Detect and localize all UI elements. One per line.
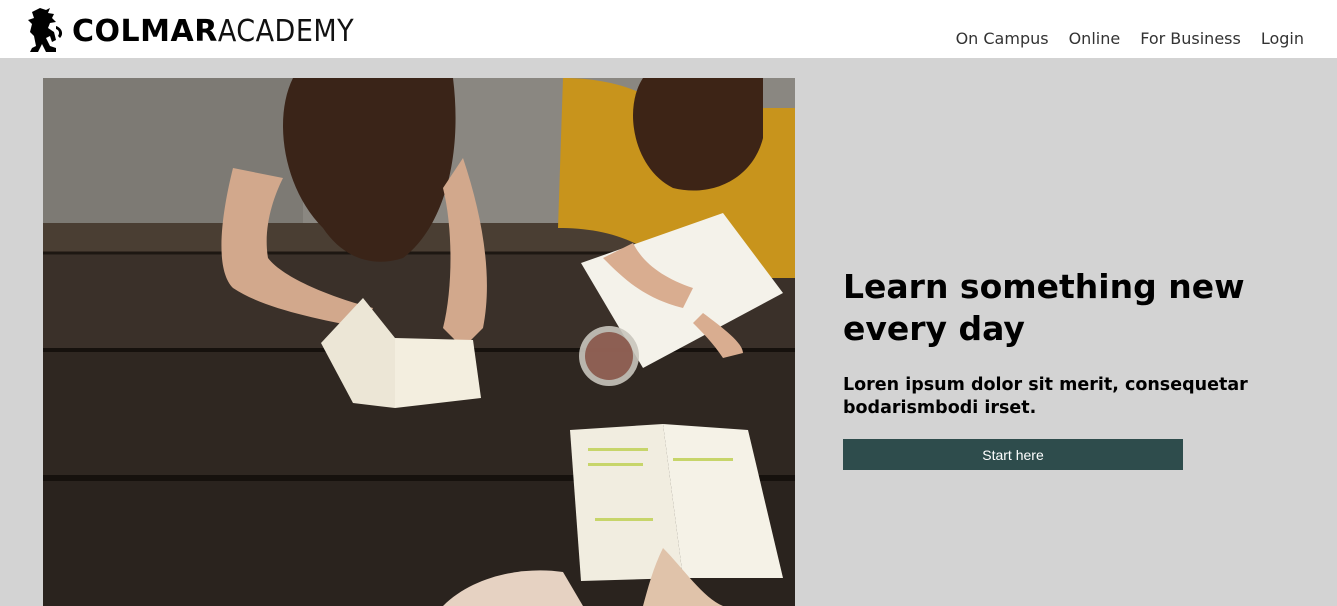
- brand-name-light: ACADEMY: [217, 13, 355, 49]
- start-here-button[interactable]: Start here: [843, 439, 1183, 470]
- hero-photo: [43, 78, 795, 606]
- nav-for-business[interactable]: For Business: [1140, 29, 1241, 48]
- site-header: COLMAR ACADEMY On Campus Online For Busin…: [0, 0, 1337, 58]
- main-nav: On Campus Online For Business Login: [956, 29, 1304, 48]
- nav-login[interactable]: Login: [1261, 29, 1304, 48]
- nav-on-campus[interactable]: On Campus: [956, 29, 1049, 48]
- hero-content: Learn something new every day Loren ipsu…: [843, 266, 1283, 470]
- hero-subhead: Loren ipsum dolor sit merit, consequetar…: [843, 375, 1248, 418]
- hero-photo-illustration: [43, 78, 795, 606]
- brand-logo[interactable]: COLMAR ACADEMY: [26, 6, 354, 56]
- hero-headline: Learn something new every day: [843, 267, 1245, 348]
- brand-name-bold: COLMAR: [72, 13, 218, 49]
- nav-online[interactable]: Online: [1069, 29, 1121, 48]
- rearing-lion-icon: [28, 8, 63, 52]
